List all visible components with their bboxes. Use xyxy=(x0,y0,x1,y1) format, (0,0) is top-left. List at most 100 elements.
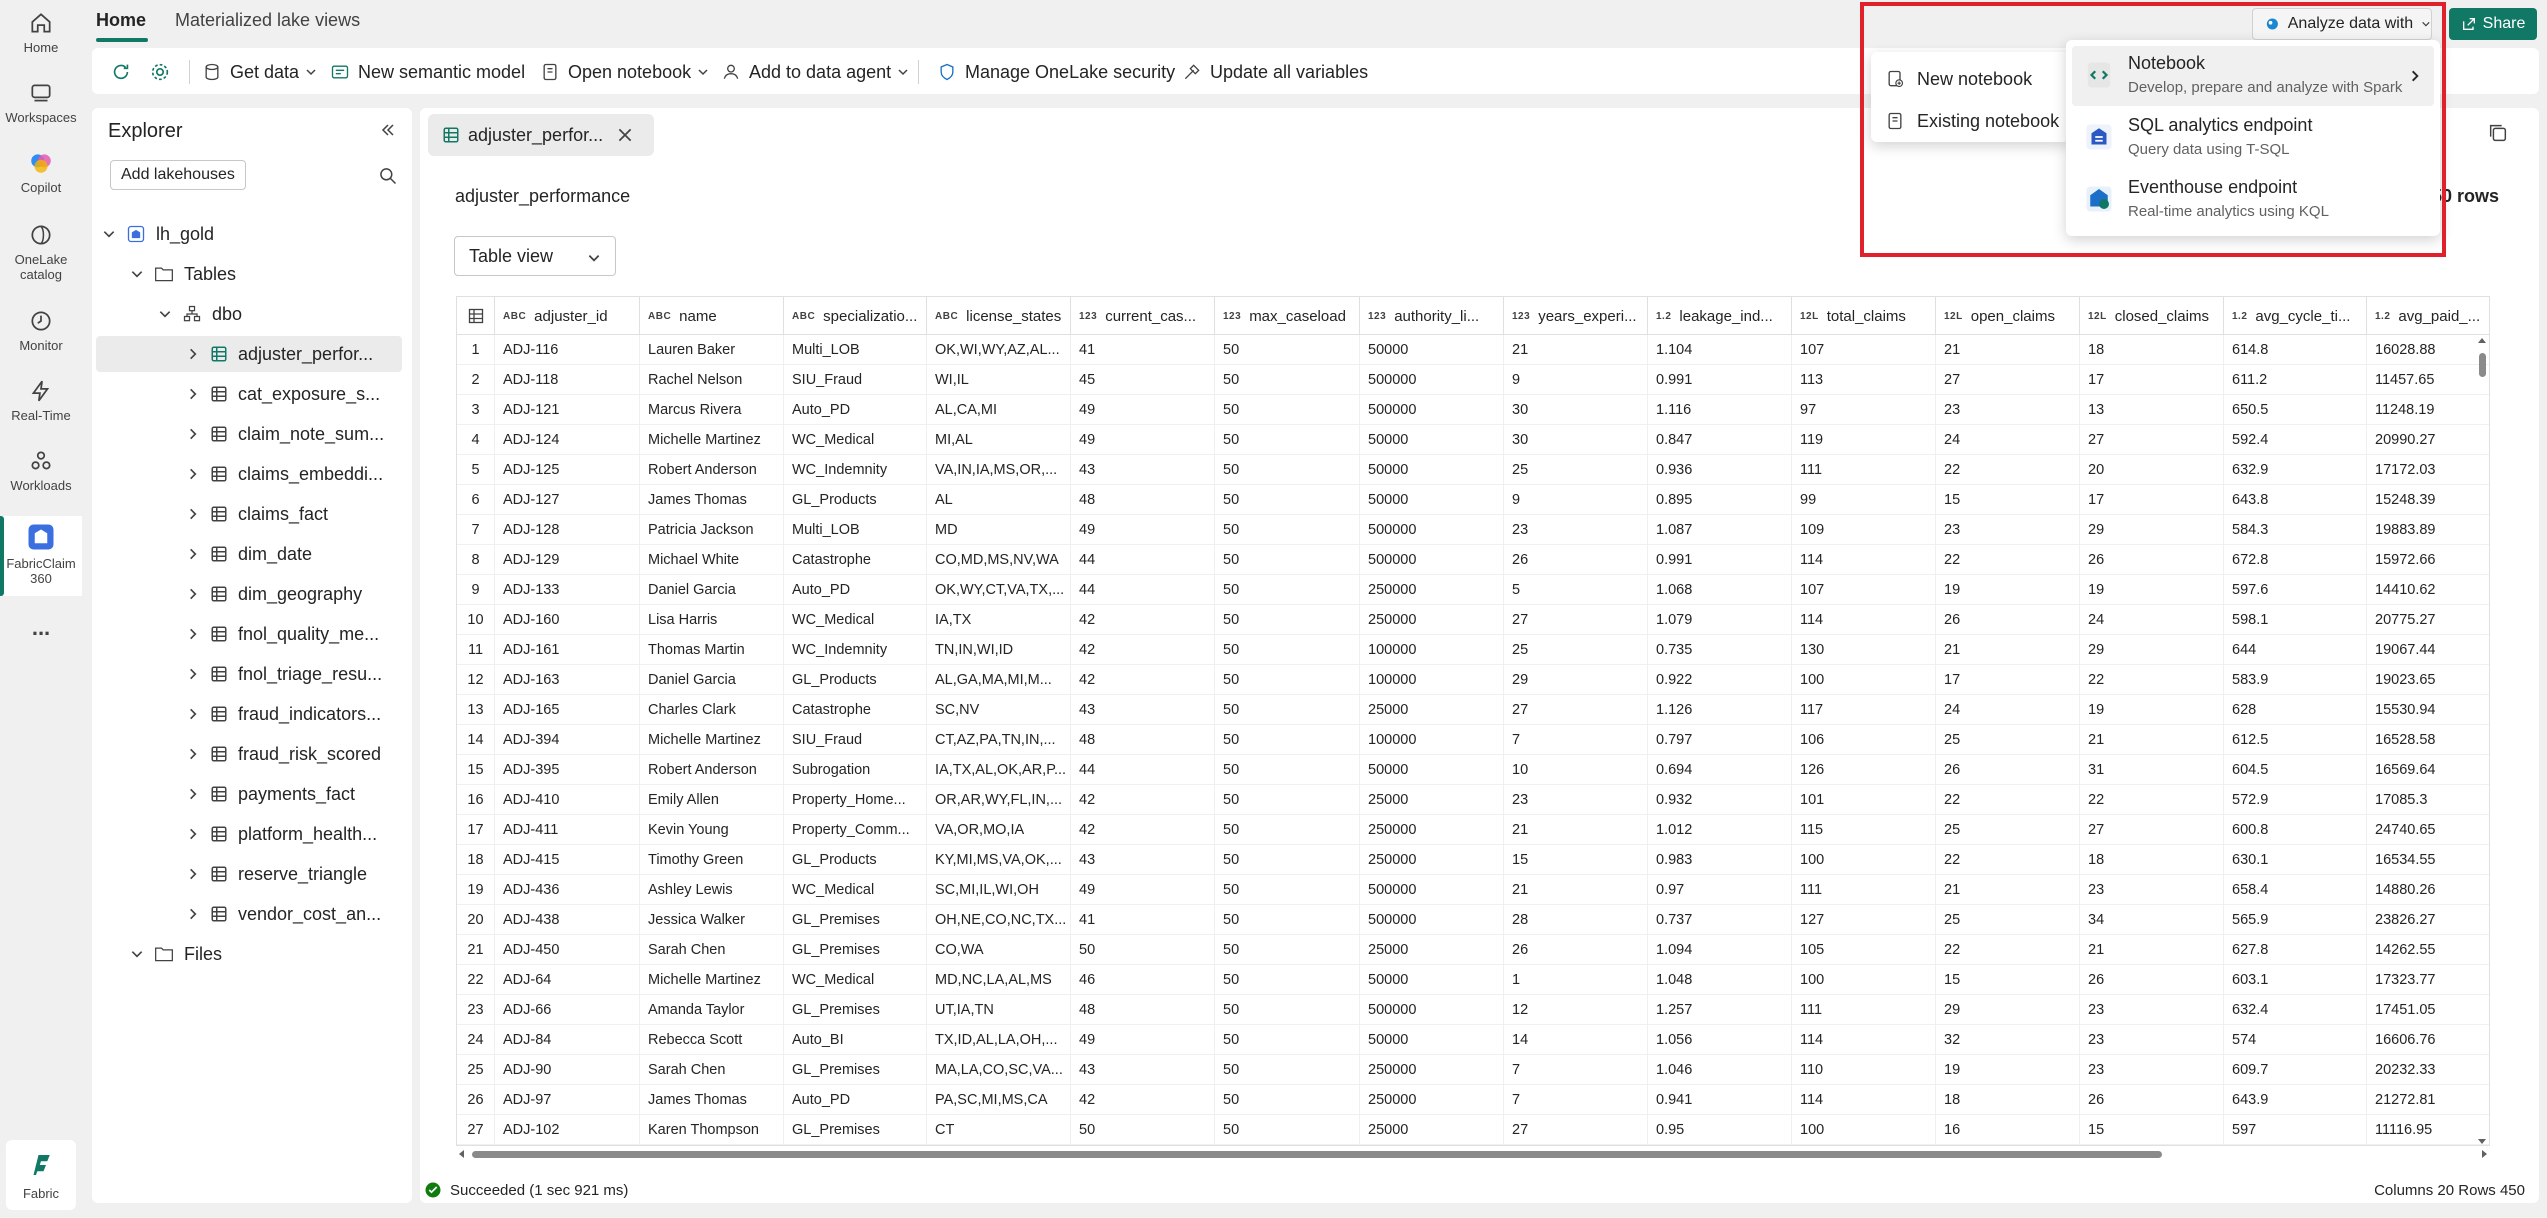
table-row[interactable]: 10 ADJ-160 Lisa Harris WC_Medical IA,TX 42 50 2… xyxy=(457,605,2489,635)
manage-onelake-security-button[interactable]: Manage OneLake security xyxy=(937,58,1175,86)
table-row[interactable]: 22 ADJ-64 Michelle Martinez WC_Medical MD,NC… xyxy=(457,965,2489,995)
table-row[interactable]: 8 ADJ-129 Michael White Catastrophe CO,MD,MS… xyxy=(457,545,2489,575)
vertical-scrollbar[interactable] xyxy=(2475,335,2489,1145)
table-row[interactable]: 7 ADJ-128 Patricia Jackson Multi_LOB MD 49 50 5… xyxy=(457,515,2489,545)
table-row[interactable]: 17 ADJ-411 Kevin Young Property_Comm... VA,O… xyxy=(457,815,2489,845)
tree-table-item[interactable]: fraud_risk_scored xyxy=(92,736,402,772)
table-row[interactable]: 3 ADJ-121 Marcus Rivera Auto_PD AL,CA,MI 49 50… xyxy=(457,395,2489,425)
vertical-scroll-thumb[interactable] xyxy=(2479,353,2486,377)
tree-table-item[interactable]: dim_date xyxy=(92,536,402,572)
tree-table-item[interactable]: claims_fact xyxy=(92,496,402,532)
column-header[interactable]: 12L open_claims xyxy=(1936,297,2080,335)
nav-fabricclaim-360[interactable]: FabricClaim 360 xyxy=(0,516,82,596)
table-row[interactable]: 25 ADJ-90 Sarah Chen GL_Premises MA,LA,CO,SC… xyxy=(457,1055,2489,1085)
scroll-down-icon[interactable] xyxy=(2478,1137,2486,1145)
table-row[interactable]: 15 ADJ-395 Robert Anderson Subrogation IA,TX… xyxy=(457,755,2489,785)
table-row[interactable]: 24 ADJ-84 Rebecca Scott Auto_BI TX,ID,AL,LA,… xyxy=(457,1025,2489,1055)
horizontal-scrollbar[interactable] xyxy=(456,1146,2490,1162)
table-row[interactable]: 18 ADJ-415 Timothy Green GL_Products KY,MI,M… xyxy=(457,845,2489,875)
close-icon[interactable] xyxy=(616,126,634,144)
nav-copilot[interactable]: Copilot xyxy=(0,150,82,206)
table-row[interactable]: 16 ADJ-410 Emily Allen Property_Home... OR,A… xyxy=(457,785,2489,815)
column-header[interactable]: ABC name xyxy=(640,297,784,335)
column-header[interactable]: 12L closed_claims xyxy=(2080,297,2224,335)
nav-workloads[interactable]: Workloads xyxy=(0,448,82,504)
table-row[interactable]: 9 ADJ-133 Daniel Garcia Auto_PD OK,WY,CT,VA,… xyxy=(457,575,2489,605)
horizontal-scroll-thumb[interactable] xyxy=(472,1151,2162,1158)
column-header[interactable]: 1.2 avg_paid_... xyxy=(2367,297,2489,335)
update-all-variables-button[interactable]: Update all variables xyxy=(1182,58,1368,86)
nav-monitor[interactable]: Monitor xyxy=(0,308,82,364)
table-row[interactable]: 20 ADJ-438 Jessica Walker GL_Premises OH,NE,… xyxy=(457,905,2489,935)
scroll-right-icon[interactable] xyxy=(2480,1150,2488,1158)
table-row[interactable]: 1 ADJ-116 Lauren Baker Multi_LOB OK,WI,WY,AZ… xyxy=(457,335,2489,365)
table-row[interactable]: 5 ADJ-125 Robert Anderson WC_Indemnity VA,IN… xyxy=(457,455,2489,485)
tree-table-item[interactable]: dim_geography xyxy=(92,576,402,612)
refresh-button[interactable] xyxy=(110,58,140,86)
table-row[interactable]: 26 ADJ-97 James Thomas Auto_PD PA,SC,MI,MS,C… xyxy=(457,1085,2489,1115)
column-header[interactable]: 1.2 leakage_ind... xyxy=(1648,297,1792,335)
column-header[interactable]: 123 max_caseload xyxy=(1215,297,1360,335)
column-header[interactable]: 123 authority_li... xyxy=(1360,297,1504,335)
table-row[interactable]: 2 ADJ-118 Rachel Nelson SIU_Fraud WI,IL 45 50 5… xyxy=(457,365,2489,395)
column-header[interactable]: 123 current_cas... xyxy=(1071,297,1215,335)
nav-workspaces[interactable]: Workspaces xyxy=(0,80,82,136)
tree-table-item[interactable]: cat_exposure_s... xyxy=(92,376,402,412)
nav-more-button[interactable]: ... xyxy=(0,617,82,650)
tree-table-item[interactable]: claims_embeddi... xyxy=(92,456,402,492)
tree-table-item[interactable]: fraud_indicators... xyxy=(92,696,402,732)
tab-home[interactable]: Home xyxy=(96,10,146,31)
open-notebook-button[interactable]: Open notebook xyxy=(540,58,709,86)
get-data-button[interactable]: Get data xyxy=(202,58,317,86)
tree-table-item[interactable]: payments_fact xyxy=(92,776,402,812)
share-button[interactable]: Share xyxy=(2449,8,2537,40)
table-view-dropdown[interactable]: Table view xyxy=(454,236,616,276)
select-all-cell[interactable] xyxy=(457,297,495,335)
table-row[interactable]: 14 ADJ-394 Michelle Martinez SIU_Fraud CT,AZ… xyxy=(457,725,2489,755)
scroll-up-icon[interactable] xyxy=(2478,337,2486,345)
document-tab[interactable]: adjuster_perfor... xyxy=(428,114,654,156)
add-to-data-agent-button[interactable]: Add to data agent xyxy=(721,58,909,86)
fabric-switcher[interactable]: Fabric xyxy=(6,1140,76,1210)
table-row[interactable]: 12 ADJ-163 Daniel Garcia GL_Products AL,GA,M… xyxy=(457,665,2489,695)
column-header[interactable]: 1.2 avg_cycle_ti... xyxy=(2224,297,2367,335)
column-header[interactable]: 123 years_experi... xyxy=(1504,297,1648,335)
tree-table-item[interactable]: platform_health... xyxy=(92,816,402,852)
settings-button[interactable] xyxy=(149,58,179,86)
column-header[interactable]: 12L total_claims xyxy=(1792,297,1936,335)
table-row[interactable]: 27 ADJ-102 Karen Thompson GL_Premises CT 50 50… xyxy=(457,1115,2489,1145)
table-row[interactable]: 13 ADJ-165 Charles Clark Catastrophe SC,NV 43… xyxy=(457,695,2489,725)
tree-table-item[interactable]: fnol_triage_resu... xyxy=(92,656,402,692)
tree-tables-folder[interactable]: Tables xyxy=(92,256,402,292)
tree-schema-dbo[interactable]: dbo xyxy=(92,296,402,332)
copy-icon[interactable] xyxy=(2487,122,2509,144)
scroll-left-icon[interactable] xyxy=(458,1150,466,1158)
column-name: license_states xyxy=(966,307,1062,325)
collapse-pane-icon[interactable] xyxy=(380,122,396,138)
table-row[interactable]: 6 ADJ-127 James Thomas GL_Products AL 48 50 500… xyxy=(457,485,2489,515)
tree-table-item[interactable]: adjuster_perfor... xyxy=(96,336,402,372)
column-header[interactable]: ABC adjuster_id xyxy=(495,297,640,335)
table-row[interactable]: 11 ADJ-161 Thomas Martin WC_Indemnity TN,IN,… xyxy=(457,635,2489,665)
search-icon[interactable] xyxy=(378,166,398,186)
column-header[interactable]: ABC specializatio... xyxy=(784,297,927,335)
tab-materialized-lake-views[interactable]: Materialized lake views xyxy=(175,10,360,31)
tree-table-item[interactable]: reserve_triangle xyxy=(92,856,402,892)
column-header[interactable]: ABC license_states xyxy=(927,297,1071,335)
tree-files-folder[interactable]: Files xyxy=(92,936,402,972)
table-cell: 25 xyxy=(1504,635,1648,665)
table-row[interactable]: 19 ADJ-436 Ashley Lewis WC_Medical SC,MI,IL,… xyxy=(457,875,2489,905)
tree-table-item[interactable]: vendor_cost_an... xyxy=(92,896,402,932)
nav-real-time[interactable]: Real-Time xyxy=(0,378,82,434)
new-semantic-model-button[interactable]: New semantic model xyxy=(330,58,525,86)
tree-lakehouse[interactable]: lh_gold xyxy=(92,216,402,252)
table-row[interactable]: 21 ADJ-450 Sarah Chen GL_Premises CO,WA 50 50 2… xyxy=(457,935,2489,965)
tree-table-item[interactable]: claim_note_sum... xyxy=(92,416,402,452)
data-grid[interactable]: ABC adjuster_id ABC name ABC specializatio...… xyxy=(456,296,2490,1146)
nav-home[interactable]: Home xyxy=(0,10,82,66)
table-row[interactable]: 23 ADJ-66 Amanda Taylor GL_Premises UT,IA,TN… xyxy=(457,995,2489,1025)
nav-onelake-catalog[interactable]: OneLake catalog xyxy=(0,222,82,284)
add-lakehouses-button[interactable]: Add lakehouses xyxy=(110,160,246,190)
table-row[interactable]: 4 ADJ-124 Michelle Martinez WC_Medical MI,AL… xyxy=(457,425,2489,455)
tree-table-item[interactable]: fnol_quality_me... xyxy=(92,616,402,652)
